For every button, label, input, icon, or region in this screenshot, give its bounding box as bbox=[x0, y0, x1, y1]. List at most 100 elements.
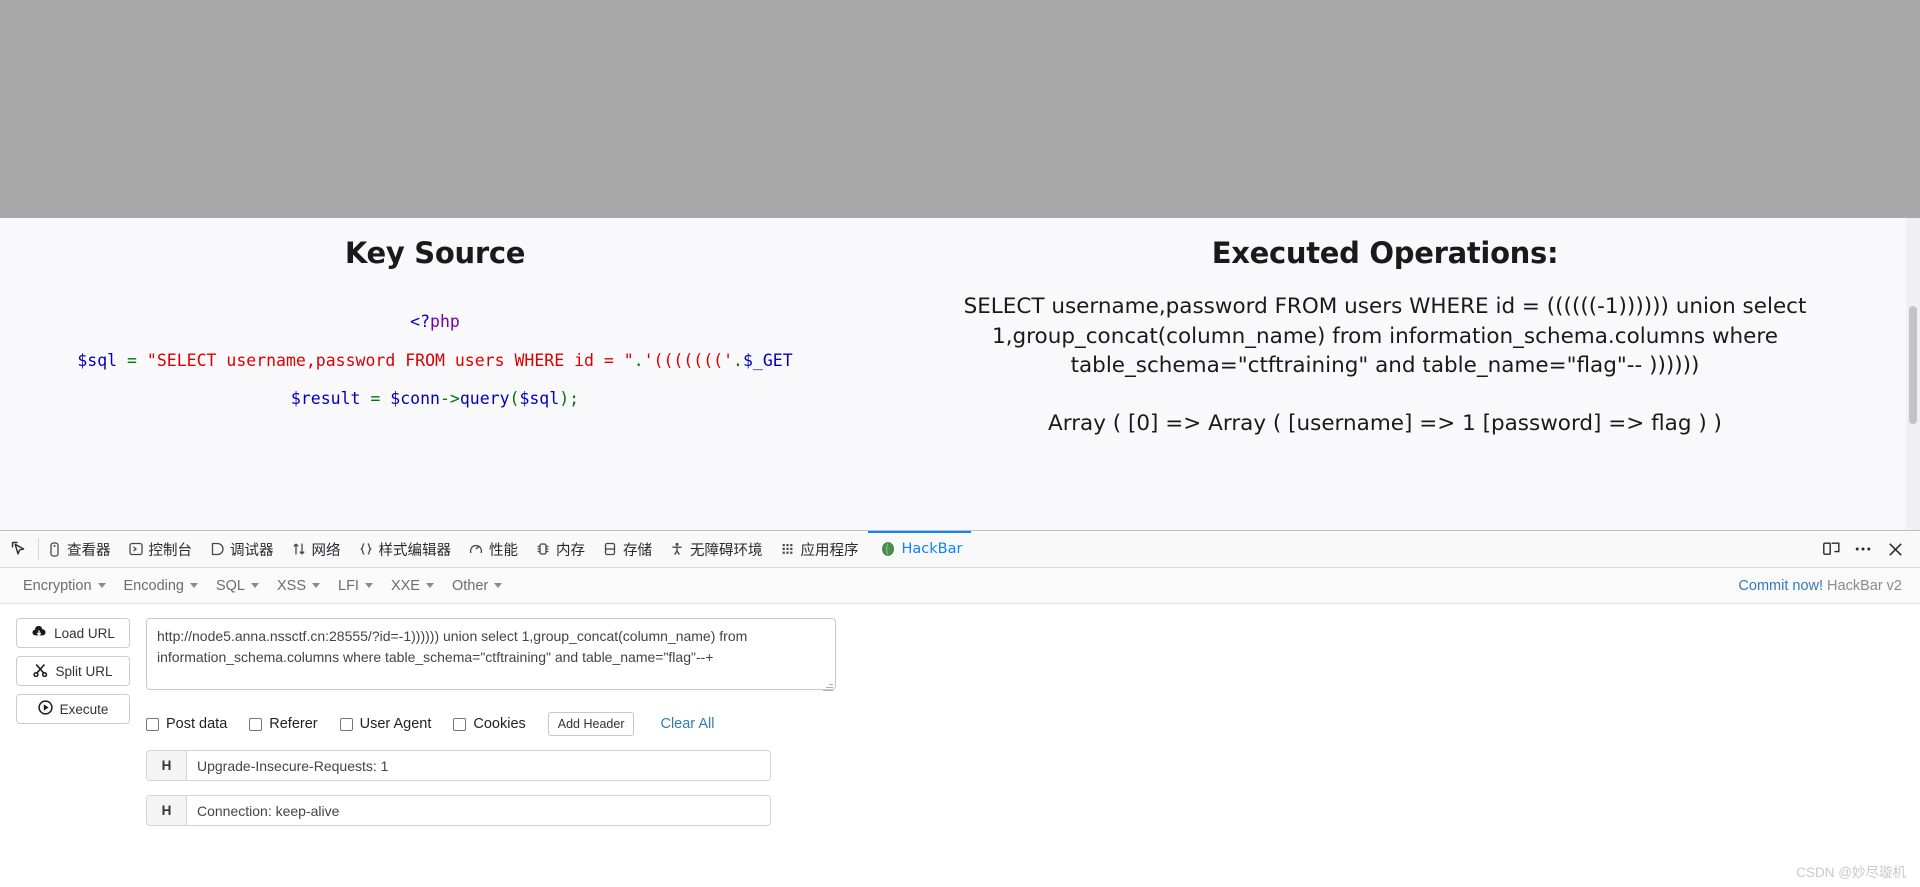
menu-other-label: Other bbox=[451, 577, 489, 594]
responsive-design-mode-icon[interactable] bbox=[1816, 534, 1846, 564]
tab-storage-label: 存储 bbox=[623, 542, 652, 559]
code-line-result: $result = $conn->query($sql); bbox=[0, 389, 870, 408]
chevron-down-icon bbox=[425, 583, 434, 588]
tab-network-label: 网络 bbox=[311, 542, 341, 559]
style-editor-icon bbox=[359, 542, 373, 556]
page-content: Key Source <?php $sql = "SELECT username… bbox=[0, 218, 1920, 530]
tab-hackbar[interactable]: HackBar bbox=[867, 531, 972, 567]
cookies-checkbox[interactable] bbox=[453, 717, 467, 731]
executed-operations-column: Executed Operations: SELECT username,pas… bbox=[880, 218, 1890, 530]
tab-network[interactable]: 网络 bbox=[283, 531, 350, 567]
tab-console[interactable]: 控制台 bbox=[120, 531, 202, 567]
clear-all-button[interactable]: Clear All bbox=[660, 716, 714, 732]
tab-style-editor[interactable]: 样式编辑器 bbox=[350, 531, 461, 567]
menu-lfi[interactable]: LFI bbox=[329, 574, 382, 598]
user-agent-checkbox[interactable] bbox=[339, 717, 353, 731]
tab-inspector-label: 查看器 bbox=[67, 542, 111, 559]
post-data-checkbox[interactable] bbox=[146, 717, 159, 731]
application-icon bbox=[781, 542, 795, 556]
menu-encryption-label: Encryption bbox=[23, 577, 92, 594]
executed-operations-heading: Executed Operations: bbox=[1211, 236, 1559, 270]
close-devtools-icon[interactable] bbox=[1880, 534, 1910, 564]
page-gray-band bbox=[0, 0, 1920, 218]
header-row[interactable]: H Connection: keep-alive bbox=[146, 795, 771, 826]
key-source-column: Key Source <?php $sql = "SELECT username… bbox=[0, 218, 870, 530]
tab-memory[interactable]: 内存 bbox=[527, 531, 594, 567]
php-open-keyword: php bbox=[430, 312, 460, 331]
devtools-tab-list: 查看器 控制台 调试器 网络 样式编辑器 性能 内存 存储 无障碍环境 应用程序… bbox=[39, 531, 1816, 567]
commit-now-link[interactable]: Commit now! bbox=[1738, 578, 1823, 594]
option-user-agent[interactable]: User Agent bbox=[339, 716, 431, 732]
tab-style-editor-label: 样式编辑器 bbox=[378, 542, 452, 559]
open-paren: ( bbox=[509, 389, 520, 408]
page-scrollbar[interactable] bbox=[1906, 218, 1920, 530]
option-post-data[interactable]: Post data bbox=[146, 716, 227, 732]
menu-xss-label: XSS bbox=[277, 577, 307, 594]
sql-concat-dot-2: . bbox=[733, 350, 743, 370]
sql-assign-op: = bbox=[117, 350, 147, 370]
url-input[interactable] bbox=[146, 618, 836, 690]
url-textarea-wrapper bbox=[146, 618, 836, 695]
inspector-icon bbox=[48, 541, 61, 557]
code-line-php-open: <?php bbox=[0, 312, 870, 331]
split-url-button[interactable]: Split URL bbox=[16, 656, 130, 686]
header-value[interactable]: Upgrade-Insecure-Requests: 1 bbox=[187, 751, 770, 780]
storage-icon bbox=[603, 542, 617, 556]
executed-result-text: Array ( [0] => Array ( [username] => 1 [… bbox=[1048, 410, 1722, 436]
tab-hackbar-label: HackBar bbox=[901, 541, 963, 557]
menu-xxe[interactable]: XXE bbox=[382, 574, 443, 598]
menu-sql[interactable]: SQL bbox=[207, 574, 268, 598]
element-picker-icon[interactable] bbox=[0, 531, 38, 567]
menu-xxe-label: XXE bbox=[390, 577, 420, 594]
scissors-icon bbox=[33, 663, 48, 680]
header-type-tag: H bbox=[147, 751, 187, 780]
debugger-icon bbox=[210, 542, 224, 556]
query-argument: $sql bbox=[519, 389, 560, 408]
menu-encoding-label: Encoding bbox=[123, 577, 184, 594]
play-circle-icon bbox=[37, 700, 53, 718]
chevron-down-icon bbox=[312, 583, 321, 588]
code-line-sql: $sql = "SELECT username,password FROM us… bbox=[0, 350, 870, 370]
tab-debugger-label: 调试器 bbox=[230, 542, 274, 559]
menu-xss[interactable]: XSS bbox=[268, 574, 329, 598]
tab-performance[interactable]: 性能 bbox=[460, 531, 527, 567]
more-options-icon[interactable] bbox=[1848, 534, 1878, 564]
hackbar-menubar: Encryption Encoding SQL XSS LFI XXE Othe… bbox=[0, 568, 1920, 604]
tab-storage[interactable]: 存储 bbox=[594, 531, 661, 567]
tab-debugger[interactable]: 调试器 bbox=[201, 531, 283, 567]
page-scrollbar-thumb[interactable] bbox=[1909, 306, 1917, 424]
menu-encoding[interactable]: Encoding bbox=[115, 574, 207, 598]
header-value[interactable]: Connection: keep-alive bbox=[187, 796, 770, 825]
console-icon bbox=[128, 542, 143, 556]
screenshot-root: Key Source <?php $sql = "SELECT username… bbox=[0, 0, 1920, 887]
header-row[interactable]: H Upgrade-Insecure-Requests: 1 bbox=[146, 750, 771, 781]
menu-other[interactable]: Other bbox=[443, 574, 511, 598]
executed-query-text: SELECT username,password FROM users WHER… bbox=[963, 294, 1807, 379]
tab-accessibility[interactable]: 无障碍环境 bbox=[661, 531, 772, 567]
add-header-button[interactable]: Add Header bbox=[547, 712, 635, 736]
referer-checkbox[interactable] bbox=[249, 717, 263, 731]
tab-memory-label: 内存 bbox=[556, 542, 585, 559]
hackbar-icon bbox=[880, 541, 896, 557]
option-cookies[interactable]: Cookies bbox=[453, 716, 526, 732]
option-referer[interactable]: Referer bbox=[249, 716, 318, 732]
tab-application[interactable]: 应用程序 bbox=[772, 531, 868, 567]
performance-icon bbox=[469, 542, 483, 556]
cookies-label: Cookies bbox=[473, 716, 526, 732]
close-paren-semicolon: ); bbox=[559, 389, 580, 408]
tab-application-label: 应用程序 bbox=[800, 542, 859, 559]
tab-console-label: 控制台 bbox=[148, 542, 193, 559]
accessibility-icon bbox=[670, 542, 684, 556]
tab-inspector[interactable]: 查看器 bbox=[39, 531, 120, 567]
php-source-code: <?php $sql = "SELECT username,password F… bbox=[0, 312, 870, 408]
query-method: query bbox=[459, 389, 510, 408]
browser-viewport: Key Source <?php $sql = "SELECT username… bbox=[0, 0, 1920, 530]
header-type-tag: H bbox=[147, 796, 187, 825]
tab-accessibility-label: 无障碍环境 bbox=[690, 542, 763, 559]
chevron-down-icon bbox=[251, 583, 259, 588]
load-url-button[interactable]: Load URL bbox=[16, 618, 130, 648]
hackbar-options-row: Post data Referer User Agent Cookies Add… bbox=[146, 712, 1900, 736]
referer-label: Referer bbox=[269, 716, 318, 732]
execute-button[interactable]: Execute bbox=[16, 694, 130, 724]
menu-encryption[interactable]: Encryption bbox=[14, 574, 115, 598]
